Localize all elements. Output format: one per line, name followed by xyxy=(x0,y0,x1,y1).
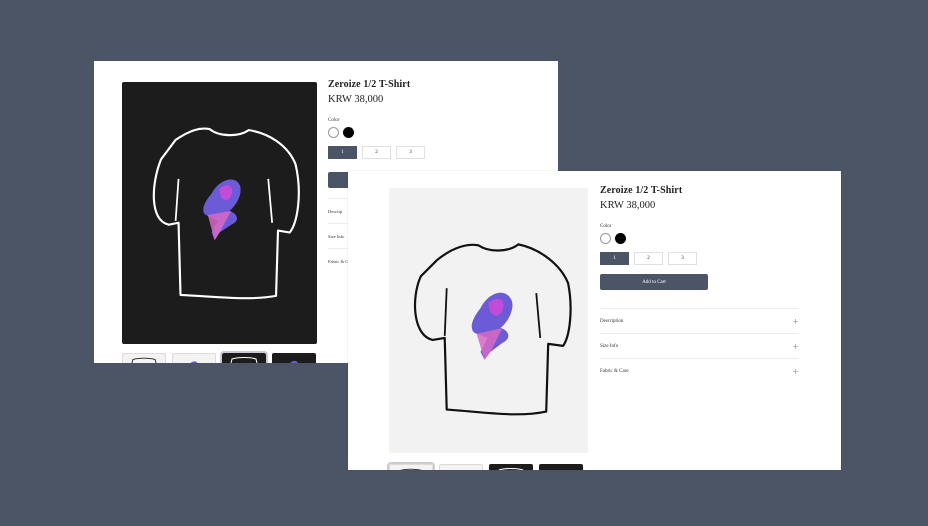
swatch-white[interactable] xyxy=(600,233,611,244)
product-title: Zeroize 1/2 T-Shirt xyxy=(600,185,683,196)
accordion-description[interactable]: Description + xyxy=(600,308,799,333)
product-price: KRW 38,000 xyxy=(600,200,656,211)
accordion-fabric-care[interactable]: Fabric & Care + xyxy=(600,358,799,383)
plus-icon: + xyxy=(792,341,799,351)
thumbnail-4[interactable] xyxy=(539,464,583,470)
thumbnail-1[interactable] xyxy=(122,353,166,363)
product-price: KRW 38,000 xyxy=(328,94,384,105)
size-option-1[interactable]: 1 xyxy=(328,146,357,159)
swatch-white[interactable] xyxy=(328,127,339,138)
color-swatches xyxy=(600,233,800,244)
plus-icon: + xyxy=(792,366,799,376)
color-label: Color xyxy=(600,224,612,229)
color-label: Color xyxy=(328,118,340,123)
accordion-size-info[interactable]: Size Info + xyxy=(600,333,799,358)
tshirt-illustration-icon xyxy=(152,127,300,300)
size-option-2[interactable]: 2 xyxy=(634,252,663,265)
add-to-cart-button[interactable]: Add to Cart xyxy=(600,274,708,290)
thumbnail-4[interactable] xyxy=(272,353,316,363)
size-options: 1 2 3 xyxy=(328,146,558,159)
tshirt-illustration-icon xyxy=(413,243,572,416)
thumbnail-strip xyxy=(387,462,583,470)
product-image-light[interactable] xyxy=(389,188,588,453)
accordion: Description + Size Info + Fabric & Care … xyxy=(600,308,800,383)
plus-icon: + xyxy=(792,316,799,326)
swatch-black[interactable] xyxy=(343,127,354,138)
product-page-screenshot-front: Zeroize 1/2 T-Shirt KRW 38,000 Color 1 2… xyxy=(348,171,841,470)
size-option-1[interactable]: 1 xyxy=(600,252,629,265)
size-option-3[interactable]: 3 xyxy=(668,252,697,265)
thumbnail-3[interactable] xyxy=(489,464,533,470)
thumbnail-strip xyxy=(122,351,316,363)
product-info: Zeroize 1/2 T-Shirt KRW 38,000 Color 1 2… xyxy=(600,185,800,383)
size-options: 1 2 3 xyxy=(600,252,800,265)
product-image-dark[interactable] xyxy=(122,82,317,344)
thumbnail-3[interactable] xyxy=(220,351,268,363)
color-swatches xyxy=(328,127,558,138)
thumbnail-2[interactable] xyxy=(439,464,483,470)
size-option-3[interactable]: 3 xyxy=(396,146,425,159)
size-option-2[interactable]: 2 xyxy=(362,146,391,159)
thumbnail-1[interactable] xyxy=(387,462,435,470)
product-title: Zeroize 1/2 T-Shirt xyxy=(328,79,411,90)
thumbnail-2[interactable] xyxy=(172,353,216,363)
swatch-black[interactable] xyxy=(615,233,626,244)
